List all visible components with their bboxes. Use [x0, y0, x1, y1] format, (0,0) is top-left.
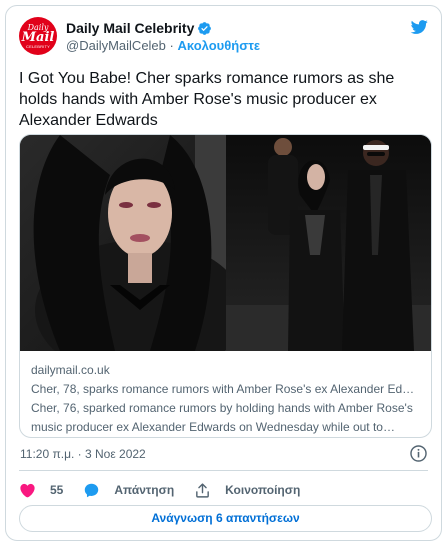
- like-button[interactable]: 55: [19, 482, 63, 499]
- share-label: Κοινοποίηση: [225, 483, 301, 497]
- reply-button[interactable]: Απάντηση: [83, 482, 174, 499]
- action-bar: 55 Απάντηση Κοινοποίηση: [19, 480, 320, 500]
- twitter-bird-icon[interactable]: [409, 18, 429, 36]
- reply-label: Απάντηση: [114, 483, 175, 497]
- display-name[interactable]: Daily Mail Celebrity: [66, 20, 194, 36]
- avatar-text-line2: Mail: [21, 29, 55, 45]
- name-row: Daily Mail Celebrity: [66, 20, 212, 36]
- like-count: 55: [50, 483, 64, 497]
- tweet-header: Daily Mail CELEBRITY Daily Mail Celebrit…: [19, 16, 429, 56]
- card-domain: dailymail.co.uk: [31, 363, 110, 377]
- tweet-timestamp[interactable]: 11:20 π.μ. · 3 Νοε 2022: [20, 447, 146, 461]
- link-card[interactable]: dailymail.co.uk Cher, 78, sparks romance…: [19, 134, 432, 438]
- divider: [19, 470, 428, 471]
- tweet-text: I Got You Babe! Cher sparks romance rumo…: [19, 70, 395, 129]
- share-button[interactable]: Κοινοποίηση: [194, 482, 300, 499]
- share-icon: [196, 482, 210, 498]
- info-icon[interactable]: [409, 444, 428, 463]
- avatar-text-line3: CELEBRITY: [25, 43, 51, 49]
- handle[interactable]: @DailyMailCeleb: [66, 38, 166, 53]
- handle-row: @DailyMailCeleb · Ακολουθήστε: [66, 38, 260, 53]
- card-text: dailymail.co.uk Cher, 78, sparks romance…: [20, 351, 431, 437]
- heart-icon: [20, 483, 35, 497]
- card-image: [20, 135, 431, 351]
- card-description: Cher, 76, sparked romance rumors by hold…: [31, 401, 413, 434]
- tweet-embed: Daily Mail CELEBRITY Daily Mail Celebrit…: [5, 5, 442, 541]
- avatar[interactable]: Daily Mail CELEBRITY: [19, 17, 57, 55]
- reply-bubble-icon: [85, 483, 99, 497]
- follow-button[interactable]: Ακολουθήστε: [178, 38, 261, 53]
- read-replies-button[interactable]: Ανάγνωση 6 απαντήσεων: [19, 505, 432, 532]
- card-title: Cher, 78, sparks romance rumors with Amb…: [31, 382, 420, 396]
- verified-badge-icon: [198, 21, 212, 35]
- separator: ·: [169, 38, 174, 53]
